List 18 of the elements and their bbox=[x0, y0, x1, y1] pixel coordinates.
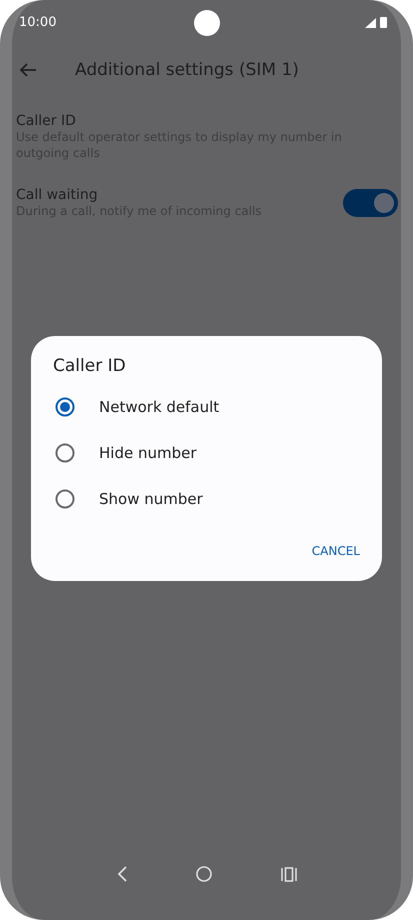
toggle-switch[interactable] bbox=[343, 189, 398, 217]
battery-icon bbox=[380, 16, 387, 28]
radio-button[interactable] bbox=[55, 489, 75, 509]
option-label[interactable]: Show number bbox=[99, 490, 203, 508]
recent-apps-icon[interactable] bbox=[280, 866, 297, 882]
signal-icon bbox=[365, 18, 376, 28]
cancel-button[interactable]: CANCEL bbox=[312, 540, 360, 562]
camera-hole-icon bbox=[194, 10, 220, 36]
option-label[interactable]: Hide number bbox=[99, 444, 197, 462]
back-nav-icon[interactable] bbox=[116, 865, 128, 883]
dialog-title: Caller ID bbox=[53, 356, 127, 376]
back-arrow-icon[interactable] bbox=[19, 62, 37, 78]
option-label[interactable]: Network default bbox=[99, 398, 220, 416]
status-time: 10:00 bbox=[19, 14, 56, 30]
page-title: Additional settings (SIM 1) bbox=[75, 60, 299, 80]
home-nav-icon[interactable] bbox=[196, 866, 212, 882]
radio-button[interactable] bbox=[55, 397, 75, 417]
radio-button[interactable] bbox=[55, 443, 75, 463]
